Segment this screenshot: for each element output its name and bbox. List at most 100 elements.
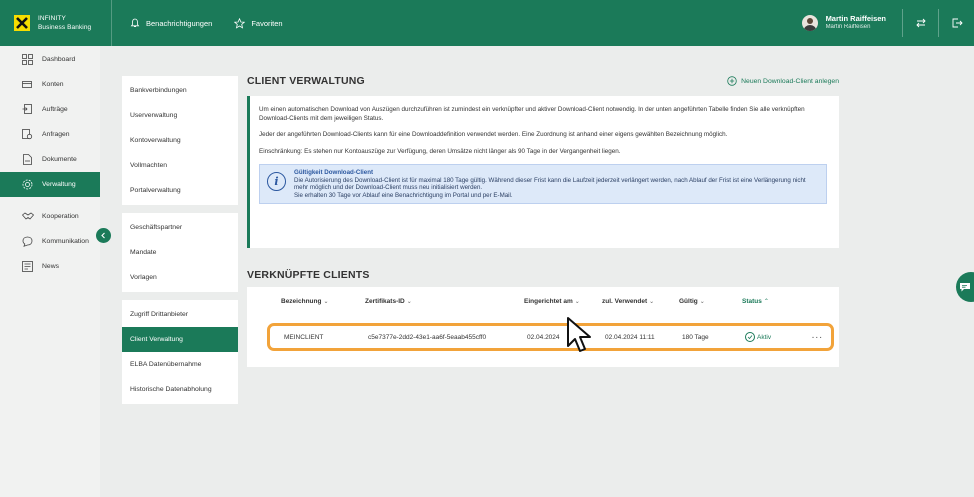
brand-name: INFINITY (38, 15, 66, 22)
note-title: Gültigkeit Download-Client (294, 169, 374, 177)
new-download-client-link[interactable]: Neuen Download-Client anlegen (727, 76, 839, 86)
sidebar-item-label: Anfragen (42, 131, 70, 138)
subnav-group-bank: Bankverbindungen Userverwaltung Kontover… (122, 76, 238, 205)
orders-icon (22, 104, 32, 114)
info-paragraph-1: Um einen automatischen Download von Ausz… (259, 106, 805, 122)
switch-account-button[interactable] (902, 9, 938, 37)
handshake-icon (22, 212, 34, 220)
favorites-link[interactable]: Favoriten (234, 17, 283, 29)
notifications-link[interactable]: Benachrichtigungen (130, 18, 212, 28)
page-title: CLIENT VERWALTUNG (247, 75, 365, 87)
cell-created: 02.04.2024 (527, 334, 560, 341)
chevron-down-icon: ⌄ (406, 299, 412, 305)
notifications-label: Benachrichtigungen (146, 18, 213, 28)
sidebar-item-dashboard[interactable]: Dashboard (0, 47, 100, 72)
mouse-cursor-icon (567, 317, 591, 352)
column-header-bezeichnung[interactable]: Bezeichnung ⌄ (281, 298, 328, 305)
chat-fab-button[interactable] (956, 272, 974, 302)
sidebar-item-dokumente[interactable]: Dokumente (0, 147, 100, 172)
table-row[interactable]: MEINCLIENT c5e7377e-2dd2-43e1-aa6f-5eaab… (267, 323, 834, 351)
sidebar-item-label: Aufträge (42, 106, 68, 113)
more-options-button[interactable]: ... (812, 330, 823, 341)
sidebar-item-label: Kommunikation (42, 238, 89, 245)
subnav-item-vollmachten[interactable]: Vollmachten (122, 153, 238, 178)
logout-icon (952, 18, 963, 28)
info-paragraph-3: Einschränkung: Es stehen nur Kontoauszüg… (259, 147, 621, 155)
raiffeisen-logo-icon (14, 15, 30, 31)
column-header-gueltig[interactable]: Gültig ⌄ (679, 298, 705, 305)
subnav-item-vorlagen[interactable]: Vorlagen (122, 265, 238, 290)
brand-logo[interactable]: INFINITY Business Banking (0, 0, 112, 46)
info-box: Um einen automatischen Download von Ausz… (247, 96, 839, 248)
subnav-item-bankverbindungen[interactable]: Bankverbindungen (122, 78, 238, 103)
sidebar-item-kooperation[interactable]: Kooperation (0, 204, 100, 229)
user-subtitle: Martin Raiffeisen (825, 24, 871, 30)
subnav-item-elba-datenuebernahme[interactable]: ELBA Datenübernahme (122, 352, 238, 377)
main-content: CLIENT VERWALTUNG Neuen Download-Client … (247, 72, 839, 367)
sidebar-item-kommunikation[interactable]: Kommunikation (0, 229, 100, 254)
column-header-zul-verwendet[interactable]: zul. Verwendet ⌄ (602, 298, 654, 305)
subnav-item-zugriff-drittanbieter[interactable]: Zugriff Drittanbieter (122, 302, 238, 327)
note-body: Die Autorisierung des Download-Client is… (294, 176, 806, 192)
sidebar-item-news[interactable]: News (0, 254, 100, 279)
cell-name: MEINCLIENT (284, 334, 324, 341)
sidebar-item-label: Verwaltung (42, 181, 76, 188)
info-paragraph-2: Jeder der angeführten Download-Clients k… (259, 131, 728, 139)
sub-navigation: Bankverbindungen Userverwaltung Kontover… (122, 76, 238, 412)
sidebar-item-label: News (42, 263, 59, 270)
validity-note: i Gültigkeit Download-Client Die Autoris… (259, 164, 827, 204)
cell-valid: 180 Tage (682, 334, 709, 341)
chat-icon (22, 236, 33, 247)
sidebar-collapse-button[interactable] (96, 228, 111, 243)
user-name: Martin Raiffeisen (825, 14, 886, 23)
sidebar: Dashboard Konten Aufträge Anfragen Dokum… (0, 46, 100, 497)
chevron-down-icon: ⌄ (323, 299, 329, 305)
sidebar-item-konten[interactable]: Konten (0, 72, 100, 97)
favorites-label: Favoriten (251, 18, 283, 28)
sidebar-item-label: Kooperation (42, 213, 79, 220)
subnav-item-mandate[interactable]: Mandate (122, 240, 238, 265)
chevron-down-icon: ⌄ (699, 299, 705, 305)
column-header-zertifikats-id[interactable]: Zertifikats-ID ⌄ (365, 298, 412, 305)
cell-status: Aktiv (745, 332, 771, 342)
top-bar: INFINITY Business Banking Benachrichtigu… (0, 0, 974, 46)
chevron-up-icon: ⌃ (763, 299, 769, 305)
subnav-item-historische-datenabholung[interactable]: Historische Datenabholung (122, 377, 238, 402)
subnav-item-portalverwaltung[interactable]: Portalverwaltung (122, 178, 238, 203)
clients-section-title: VERKNÜPFTE CLIENTS (247, 269, 370, 281)
subnav-item-userverwaltung[interactable]: Userverwaltung (122, 103, 238, 128)
subnav-group-partner: Geschäftspartner Mandate Vorlagen (122, 213, 238, 292)
chevron-down-icon: ⌄ (574, 299, 580, 305)
user-profile[interactable]: Martin Raiffeisen Martin Raiffeisen (801, 14, 902, 31)
accounts-icon (22, 81, 32, 88)
sidebar-item-label: Konten (42, 81, 64, 88)
check-circle-icon (745, 332, 755, 342)
cell-last-used: 02.04.2024 11:11 (605, 334, 655, 341)
star-icon (234, 17, 246, 29)
sidebar-item-anfragen[interactable]: Anfragen (0, 122, 100, 147)
subnav-item-kontoverwaltung[interactable]: Kontoverwaltung (122, 128, 238, 153)
brand-subtitle: Business Banking (38, 24, 92, 31)
chevron-left-icon (101, 232, 105, 239)
info-icon: i (267, 172, 286, 192)
requests-icon (22, 129, 33, 140)
bell-icon (130, 18, 140, 27)
settings-icon (22, 179, 33, 190)
subnav-item-client-verwaltung[interactable]: Client Verwaltung (122, 327, 238, 352)
clients-table: Bezeichnung ⌄ Zertifikats-ID ⌄ Eingerichte… (247, 287, 839, 367)
column-header-eingerichtet-am[interactable]: Eingerichtet am ⌄ (524, 298, 580, 305)
new-download-client-label: Neuen Download-Client anlegen (741, 77, 839, 85)
sidebar-item-label: Dashboard (42, 56, 76, 63)
subnav-group-clients: Zugriff Drittanbieter Client Verwaltung … (122, 300, 238, 404)
sidebar-item-label: Dokumente (42, 156, 77, 163)
dashboard-icon (22, 54, 33, 65)
status-badge: Aktiv (757, 333, 772, 341)
subnav-item-geschaeftspartner[interactable]: Geschäftspartner (122, 215, 238, 240)
logout-button[interactable] (938, 9, 974, 37)
sidebar-item-verwaltung[interactable]: Verwaltung (0, 172, 100, 197)
chevron-down-icon: ⌄ (649, 299, 655, 305)
sidebar-item-auftraege[interactable]: Aufträge (0, 97, 100, 122)
swap-arrows-icon (915, 18, 926, 28)
note-body-2: Sie erhalten 30 Tage vor Ablauf eine Ben… (294, 191, 513, 199)
column-header-status[interactable]: Status ⌃ (742, 298, 769, 305)
